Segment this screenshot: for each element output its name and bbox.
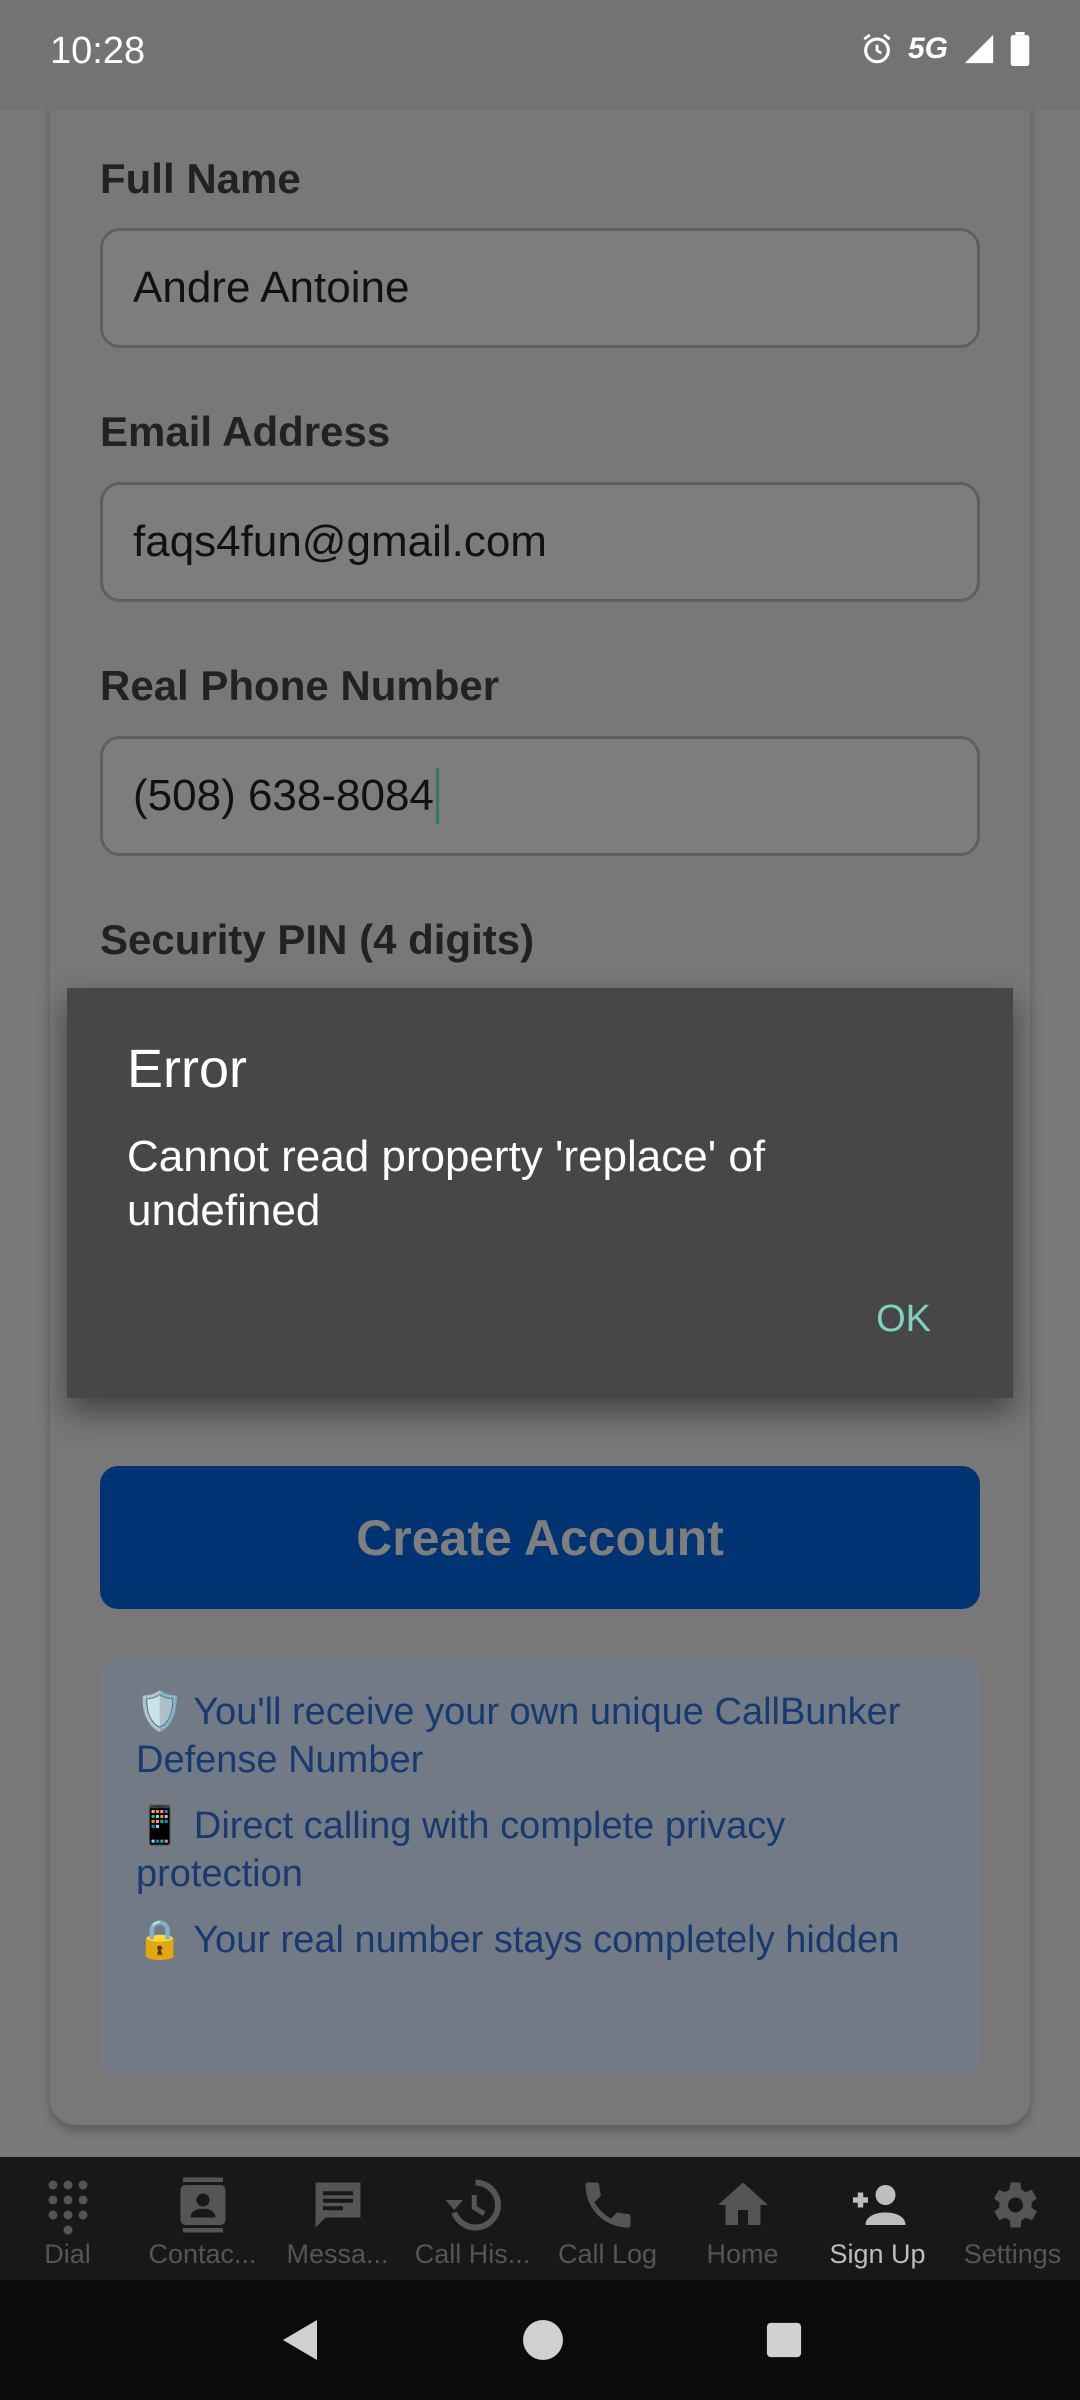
home-icon [717, 2182, 768, 2225]
recents-icon[interactable] [765, 2321, 803, 2359]
nav-label: Sign Up [829, 2239, 926, 2269]
pin-label: Security PIN (4 digits) [100, 916, 535, 963]
system-nav-bar [0, 2280, 1080, 2400]
dialog-title: Error [127, 1039, 247, 1099]
nav-contacts[interactable]: Contac... [135, 2157, 270, 2280]
network-type: 5G [907, 32, 948, 65]
email-label: Email Address [100, 408, 391, 455]
phone-icon [585, 2182, 630, 2228]
nav-dial[interactable]: Dial [0, 2157, 135, 2280]
info-item: 🛡️ You'll receive your own unique CallBu… [136, 1691, 901, 1781]
mobile-phone-icon: 📱 [136, 1805, 184, 1847]
message-icon [315, 2182, 360, 2228]
nav-call-log[interactable]: Call Log [540, 2157, 675, 2280]
shield-icon: 🛡️ [136, 1691, 184, 1733]
status-icons: 5G [860, 32, 1030, 66]
email-field[interactable]: faqs4fun@gmail.com [100, 482, 980, 602]
battery-icon [1010, 32, 1030, 66]
info-item: 📱 Direct calling with complete privacy p… [136, 1805, 786, 1895]
history-icon [445, 2179, 501, 2231]
status-time: 10:28 [50, 30, 146, 72]
info-item: 🔒 Your real number stays completely hidd… [136, 1919, 900, 1961]
alarm-icon [863, 33, 891, 64]
full-name-value: Andre Antoine [133, 263, 410, 312]
nav-label: Settings [963, 2239, 1062, 2269]
lock-icon: 🔒 [136, 1919, 184, 1961]
status-bar: 10:28 5G [0, 0, 1080, 110]
nav-label: Dial [44, 2239, 91, 2269]
full-name-field[interactable]: Andre Antoine [100, 228, 980, 348]
nav-label: Home [706, 2239, 779, 2269]
ok-button[interactable]: OK [876, 1298, 931, 1341]
dialpad-icon [48, 2180, 87, 2235]
phone-field[interactable]: (508) 638-8084 [100, 736, 980, 856]
nav-label: Call Log [557, 2239, 658, 2269]
full-name-label: Full Name [100, 155, 301, 202]
text-cursor [435, 768, 439, 824]
nav-home[interactable]: Home [675, 2157, 810, 2280]
create-account-button[interactable]: Create Account [100, 1466, 980, 1609]
contacts-icon [180, 2177, 225, 2233]
phone-value: (508) 638-8084 [133, 771, 434, 820]
home-circle-icon[interactable] [521, 2318, 565, 2362]
bottom-nav: Dial Contac... Messa... Call His... Call… [0, 2157, 1080, 2280]
nav-call-history[interactable]: Call His... [405, 2157, 540, 2280]
nav-label: Contac... [148, 2239, 257, 2269]
signal-icon [964, 34, 994, 64]
nav-label: Messa... [286, 2239, 389, 2269]
nav-settings[interactable]: Settings [945, 2157, 1080, 2280]
back-icon[interactable] [277, 2316, 321, 2364]
add-person-icon [852, 2185, 905, 2225]
nav-sign-up[interactable]: Sign Up [810, 2157, 945, 2280]
email-value: faqs4fun@gmail.com [133, 517, 547, 566]
dialog-message: Cannot read property 'replace' of undefi… [127, 1132, 766, 1235]
nav-messages[interactable]: Messa... [270, 2157, 405, 2280]
error-dialog: Error Cannot read property 'replace' of … [67, 988, 1013, 1398]
gear-icon [993, 2182, 1037, 2228]
info-box: 🛡️ You'll receive your own unique CallBu… [100, 1658, 980, 2075]
phone-label: Real Phone Number [100, 662, 500, 709]
nav-label: Call His... [414, 2239, 531, 2269]
